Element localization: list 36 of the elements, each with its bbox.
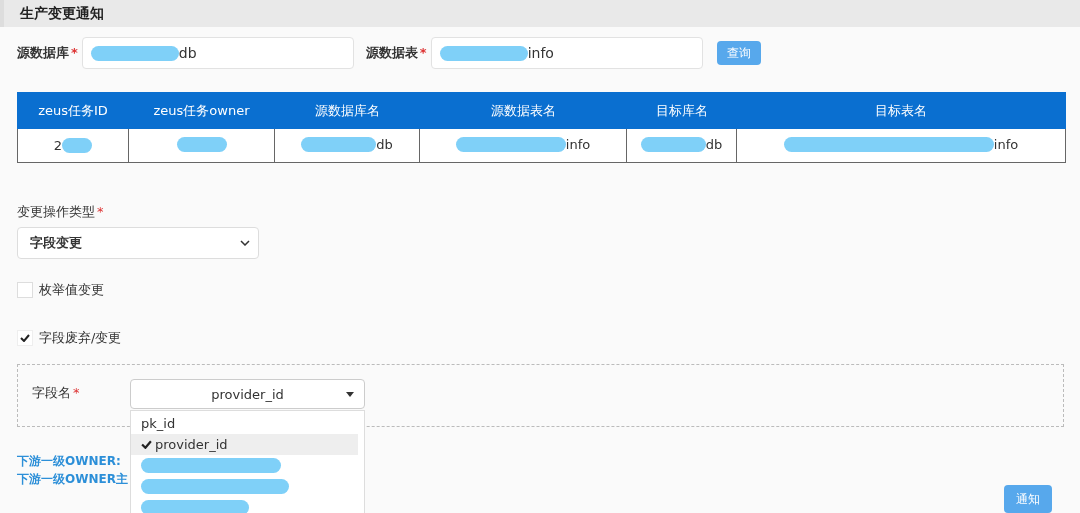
- column-header: zeus任务ID: [17, 92, 129, 129]
- field-label: 字段名: [32, 385, 71, 400]
- field-select[interactable]: provider_id: [130, 379, 365, 409]
- field-label: 源数据库: [17, 45, 69, 60]
- required-mark: *: [73, 385, 80, 400]
- column-header: 源数据库名: [274, 92, 420, 129]
- dropdown-option[interactable]: provider_id: [131, 434, 358, 455]
- checkbox[interactable]: [17, 282, 33, 298]
- checkbox-label: 枚举值变更: [39, 281, 104, 299]
- input-field[interactable]: db: [81, 37, 354, 69]
- checkbox[interactable]: [17, 330, 33, 346]
- table-cell: db: [705, 136, 723, 152]
- table-cell: info: [993, 136, 1019, 152]
- column-header: 目标库名: [626, 92, 737, 129]
- column-header: 目标表名: [736, 92, 1066, 129]
- checkbox-label: 字段废弃/变更: [39, 329, 122, 347]
- required-mark: *: [419, 45, 427, 60]
- operation-select[interactable]: 字段变更: [17, 227, 259, 259]
- chevron-down-icon: [240, 240, 250, 246]
- required-mark: *: [71, 45, 78, 60]
- field-label: 变更操作类型: [17, 204, 95, 219]
- table-cell: db: [376, 136, 393, 152]
- field-label: 源数据表: [365, 45, 418, 60]
- dropdown-arrow-icon: [346, 392, 354, 397]
- table-cell: info: [565, 136, 591, 152]
- owner-label: 下游一级OWNER:: [17, 453, 122, 470]
- check-icon: [20, 334, 30, 342]
- owner-label: 下游一级OWNER主: [17, 471, 128, 488]
- table-cell: 2: [53, 138, 63, 153]
- column-header: zeus任务owner: [128, 92, 275, 129]
- column-header: 源数据表名: [419, 92, 627, 129]
- page-title: 生产变更通知: [20, 4, 104, 23]
- input-field[interactable]: info: [430, 37, 703, 69]
- check-icon: [141, 440, 152, 449]
- required-mark: *: [97, 204, 104, 219]
- dropdown-option[interactable]: pk_id: [131, 413, 358, 434]
